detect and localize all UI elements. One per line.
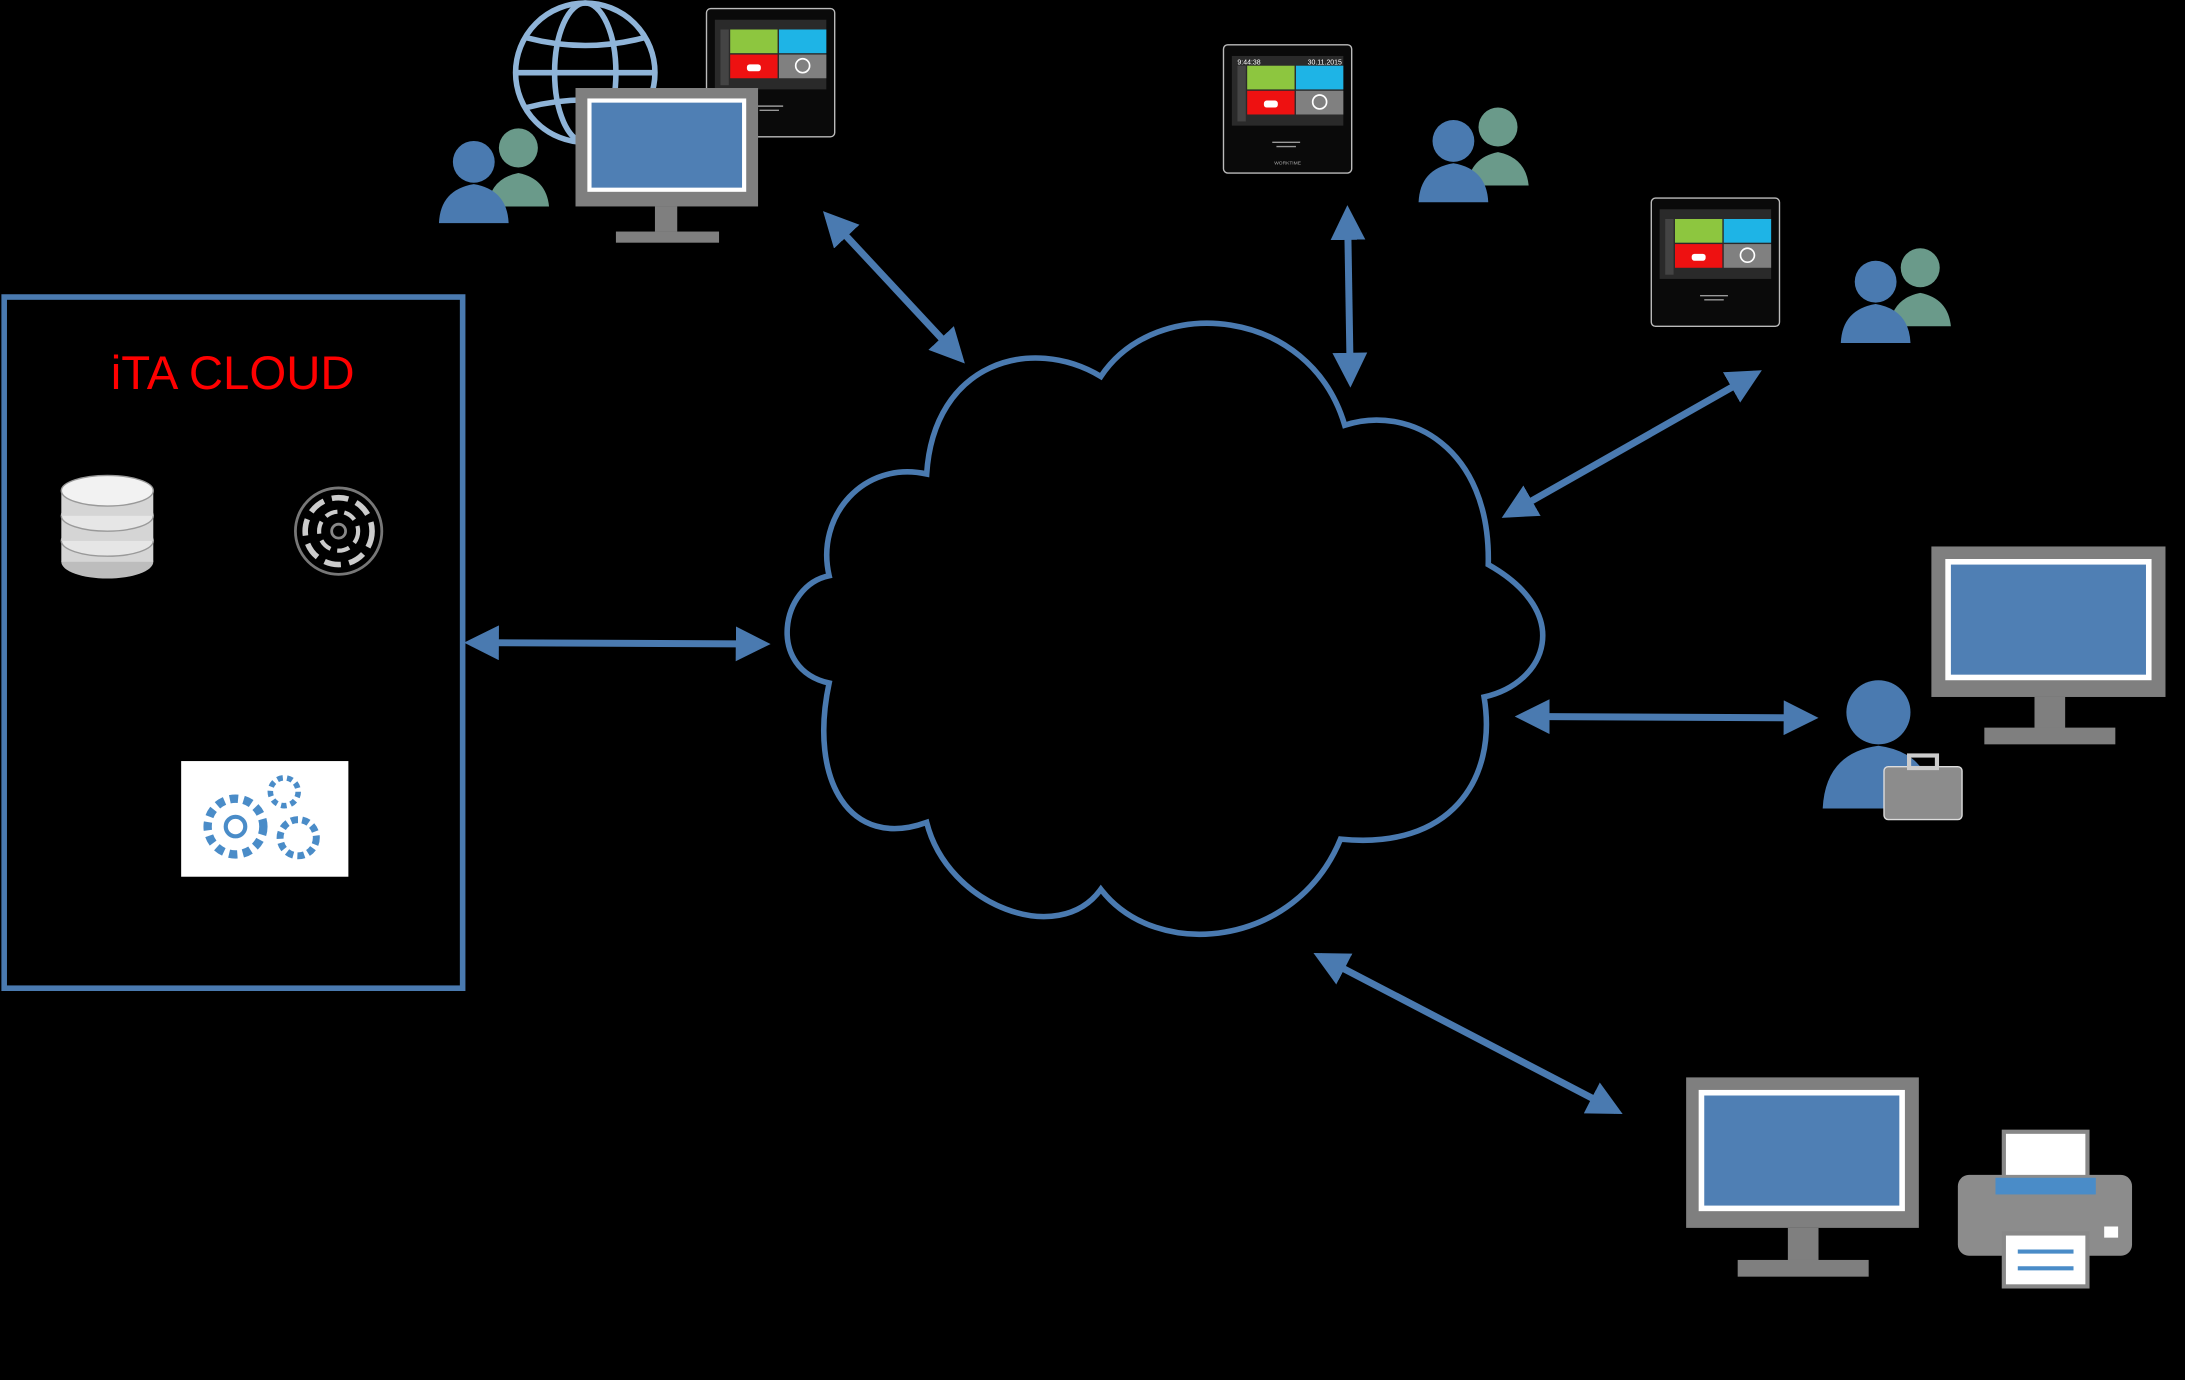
users-icon <box>1418 107 1529 203</box>
double-arrow-icon <box>464 625 771 662</box>
double-arrow-icon <box>1313 952 1623 1115</box>
double-arrow-icon <box>822 211 965 364</box>
terminal-date: 30.11.2015 <box>1308 59 1342 66</box>
monitor-icon <box>1686 1077 1919 1277</box>
terminal-icon: 9:44:38 30.11.2015 WORKTIME <box>1222 43 1353 174</box>
ita-cloud-box <box>1 294 466 991</box>
network-diagram: iTA CLOUD 9:44:38 30.11.2015 WORKTIME <box>1 0 2166 1289</box>
gears-icon <box>181 761 349 877</box>
users-icon <box>1840 248 1951 344</box>
monitor-icon <box>1931 546 2166 745</box>
double-arrow-icon <box>1501 370 1762 518</box>
double-arrow-icon <box>1330 205 1368 388</box>
terminal-time: 9:44:38 <box>1237 59 1260 66</box>
terminal-icon <box>1650 197 1781 328</box>
database-icon <box>60 474 154 579</box>
monitor-icon <box>575 88 759 243</box>
ita-cloud-title: iTA CLOUD <box>111 347 355 400</box>
business-user-icon <box>1822 680 1963 821</box>
double-arrow-icon <box>1514 699 1819 736</box>
terminal-brand: WORKTIME <box>1274 161 1301 167</box>
printer-icon <box>1957 1129 2133 1289</box>
users-icon <box>438 128 550 224</box>
dial-icon <box>294 486 384 576</box>
cloud-icon <box>784 320 1546 938</box>
